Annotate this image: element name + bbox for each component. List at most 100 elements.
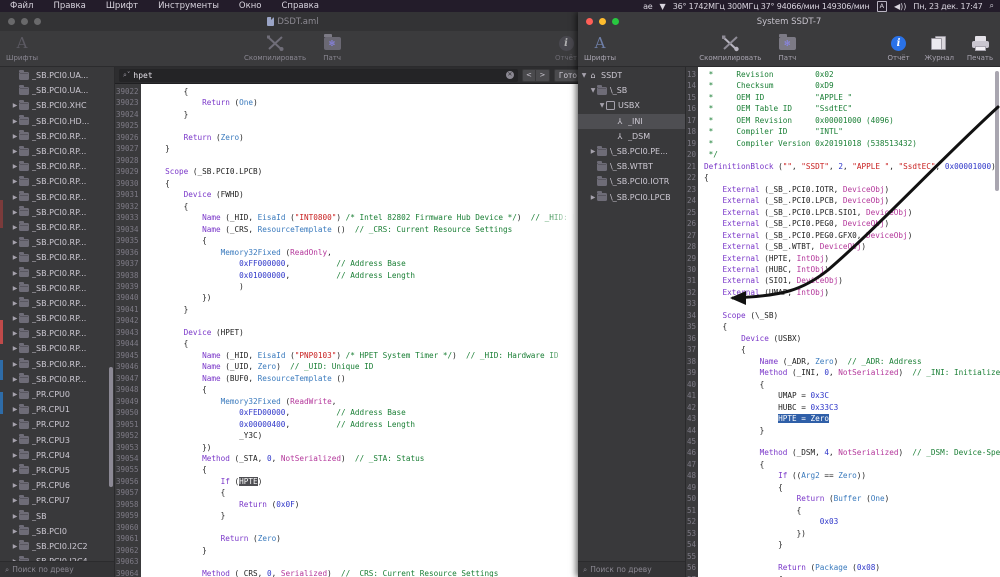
tree-item[interactable]: ▶\_SB.PCI0.IOTR (578, 174, 685, 189)
tree-item[interactable]: ▶ _PR.CPU6 (0, 478, 114, 493)
titlebar-ssdt[interactable]: System SSDT-7 (578, 12, 1000, 31)
tree-item[interactable]: ▶ _SB.PCI0.RP... (0, 235, 114, 250)
tree-item[interactable]: ▼ USBX (578, 98, 685, 113)
tree-item[interactable]: ▶ _SB.PCI0.RP... (0, 341, 114, 356)
chevron-right-icon[interactable]: ▶ (11, 482, 19, 489)
tree-item[interactable]: ▶_SB.PCI0.UA... (0, 68, 114, 83)
volume-icon[interactable]: ◀)) (894, 2, 906, 11)
tree-item[interactable]: ▶ _SB.PCI0.RP... (0, 311, 114, 326)
tree-item[interactable]: ▶ _PR.CPU5 (0, 463, 114, 478)
spotlight-search-icon[interactable]: ⌕ (990, 1, 994, 11)
tree-item[interactable]: ▶\_SB.WTBT (578, 159, 685, 174)
tree-item[interactable]: ▶ _SB.PCI0.I2C4 (0, 554, 114, 561)
chevron-right-icon[interactable]: ▶ (11, 148, 19, 155)
titlebar-dsdt[interactable]: DSDT.aml (0, 12, 586, 31)
print-button-ssdt[interactable]: Печать (960, 33, 1000, 62)
cpu-stats-indicator[interactable]: 36° 1742МГц 300МГц 37° 94066/мин 149306/… (673, 2, 870, 11)
tree-item[interactable]: ▶ _SB.PCI0.RP... (0, 174, 114, 189)
tree-item[interactable]: ▶ \_SB.PCI0.PE... (578, 144, 685, 159)
chevron-right-icon[interactable]: ▶ (11, 543, 19, 550)
find-bar-dsdt[interactable]: ⌕˅ hpet ✕ < > Гото (115, 67, 586, 84)
chevron-right-icon[interactable]: ▶ (11, 497, 19, 504)
tree-item[interactable]: ▶ _SB.PCI0.RP... (0, 144, 114, 159)
chevron-right-icon[interactable]: ▶ (11, 437, 19, 444)
chevron-right-icon[interactable]: ▶ (11, 102, 19, 109)
close-button-dsdt[interactable] (8, 18, 15, 25)
tree-item[interactable]: ▶ _SB.PCI0.XHC (0, 98, 114, 113)
chevron-right-icon[interactable]: ▶ (11, 224, 19, 231)
tree-ssdt[interactable]: ▼⌂SSDT▼\_SB▼USBX▶⅄_INI▶⅄_DSM▶\_SB.PCI0.P… (578, 67, 685, 561)
chevron-right-icon[interactable]: ▶ (11, 194, 19, 201)
tree-item[interactable]: ▶ _SB.PCI0.I2C2 (0, 539, 114, 554)
tree-item[interactable]: ▶ _PR.CPU1 (0, 402, 114, 417)
tree-item[interactable]: ▶ _PR.CPU0 (0, 387, 114, 402)
chevron-right-icon[interactable]: ▶ (11, 452, 19, 459)
report-button-ssdt[interactable]: i Отчёт (879, 33, 919, 62)
tree-scrollbar-dsdt[interactable] (109, 367, 113, 487)
find-input-dsdt[interactable]: ⌕˅ hpet ✕ (119, 68, 518, 82)
chevron-right-icon[interactable]: ▶ (11, 315, 19, 322)
code-scrollbar-ssdt[interactable] (995, 71, 999, 191)
chevron-right-icon[interactable]: ▶ (11, 163, 19, 170)
tree-search-dsdt[interactable]: ⌕ Поиск по древу (0, 561, 114, 577)
code-text-dsdt[interactable]: { Return (One) } Return (Zero) } Scope (… (141, 84, 586, 577)
clock-indicator[interactable]: Пн, 23 дек. 17:47 (913, 2, 982, 11)
tree-item[interactable]: ▶ _SB.PCI0.RP... (0, 296, 114, 311)
chevron-right-icon[interactable]: ▶ (11, 467, 19, 474)
chevron-right-icon[interactable]: ▶ (11, 361, 19, 368)
compile-button-ssdt[interactable]: Скомпилировать (693, 33, 767, 62)
code-text-ssdt[interactable]: * Revision 0x02 * Checksum 0xD9 * OEM ID… (698, 67, 1000, 577)
tree-item[interactable]: ▶ _SB.PCI0.RP... (0, 129, 114, 144)
tree-item[interactable]: ▶ _SB.PCI0.RP... (0, 357, 114, 372)
tree-dsdt[interactable]: ▶_SB.PCI0.UA...▶_SB.PCI0.UA...▶_SB.PCI0.… (0, 67, 114, 561)
tree-item[interactable]: ▶ _SB.PCI0.RP... (0, 326, 114, 341)
tree-item[interactable]: ▼ ⌂ SSDT (578, 68, 685, 83)
chevron-right-icon[interactable]: ▶ (589, 194, 597, 201)
tree-item[interactable]: ▶ _SB.PCI0.RP... (0, 159, 114, 174)
chevron-right-icon[interactable]: ▶ (11, 513, 19, 520)
keyboard-layout-indicator[interactable]: ae (643, 2, 653, 11)
menu-item-window[interactable]: Окно (229, 0, 272, 12)
tree-item[interactable]: ▼ \_SB (578, 83, 685, 98)
maximize-button-ssdt[interactable] (612, 18, 619, 25)
tree-item[interactable]: ▶ _SB.PCI0.RP... (0, 265, 114, 280)
chevron-right-icon[interactable]: ▶ (11, 406, 19, 413)
tree-item[interactable]: ▶ _PR.CPU3 (0, 433, 114, 448)
chevron-right-icon[interactable]: ▶ (11, 391, 19, 398)
chevron-down-icon[interactable]: ▼ (580, 72, 588, 79)
menu-item-edit[interactable]: Правка (43, 0, 95, 12)
chevron-right-icon[interactable]: ▶ (11, 376, 19, 383)
minimize-button-dsdt[interactable] (21, 18, 28, 25)
chevron-right-icon[interactable]: ▶ (11, 285, 19, 292)
code-area-dsdt[interactable]: 39022 39023 39024 39025 39026 39027 39028 39029… (115, 84, 586, 577)
fonts-button-dsdt[interactable]: A Шрифты (0, 33, 44, 62)
patch-button-ssdt[interactable]: ✻ Патч (767, 33, 807, 62)
menu-item-tools[interactable]: Инструменты (148, 0, 229, 12)
sidebar-dsdt[interactable]: ▶_SB.PCI0.UA...▶_SB.PCI0.UA...▶_SB.PCI0.… (0, 67, 115, 577)
tree-item[interactable]: ▶_SB.PCI0.UA... (0, 83, 114, 98)
tree-item[interactable]: ▶ _PR.CPU4 (0, 448, 114, 463)
tree-item[interactable]: ▶ _SB.PCI0 (0, 524, 114, 539)
clear-search-icon-dsdt[interactable]: ✕ (505, 71, 514, 79)
tree-item[interactable]: ▶ _SB.PCI0.RP... (0, 220, 114, 235)
chevron-right-icon[interactable]: ▶ (11, 300, 19, 307)
tree-search-ssdt[interactable]: ⌕ Поиск по древу (578, 561, 685, 577)
menu-item-font[interactable]: Шрифт (96, 0, 148, 12)
close-button-ssdt[interactable] (586, 18, 593, 25)
tree-item[interactable]: ▶⅄_DSM (578, 129, 685, 144)
chevron-right-icon[interactable]: ▶ (11, 254, 19, 261)
chevron-down-icon[interactable]: ▼ (598, 102, 606, 109)
find-nav-dsdt[interactable]: < > (521, 68, 550, 82)
chevron-right-icon[interactable]: ▶ (11, 345, 19, 352)
window-controls-dsdt[interactable] (8, 18, 41, 25)
window-controls-ssdt[interactable] (586, 18, 619, 25)
menu-item-help[interactable]: Справка (272, 0, 329, 12)
chevron-right-icon[interactable]: ▶ (11, 421, 19, 428)
chevron-right-icon[interactable]: ▶ (11, 118, 19, 125)
log-button-ssdt[interactable]: Журнал (919, 33, 960, 62)
toolbar-dsdt[interactable]: A Шрифты Скомпилировать ✻ Патч i Отчёт (0, 31, 586, 67)
chevron-right-icon[interactable]: ▶ (11, 558, 19, 561)
find-next-button[interactable]: > (535, 68, 550, 82)
sidebar-ssdt[interactable]: ▼⌂SSDT▼\_SB▼USBX▶⅄_INI▶⅄_DSM▶\_SB.PCI0.P… (578, 67, 686, 577)
toolbar-ssdt[interactable]: A Шрифты Скомпилировать ✻ Патч i Отчёт Ж… (578, 31, 1000, 67)
